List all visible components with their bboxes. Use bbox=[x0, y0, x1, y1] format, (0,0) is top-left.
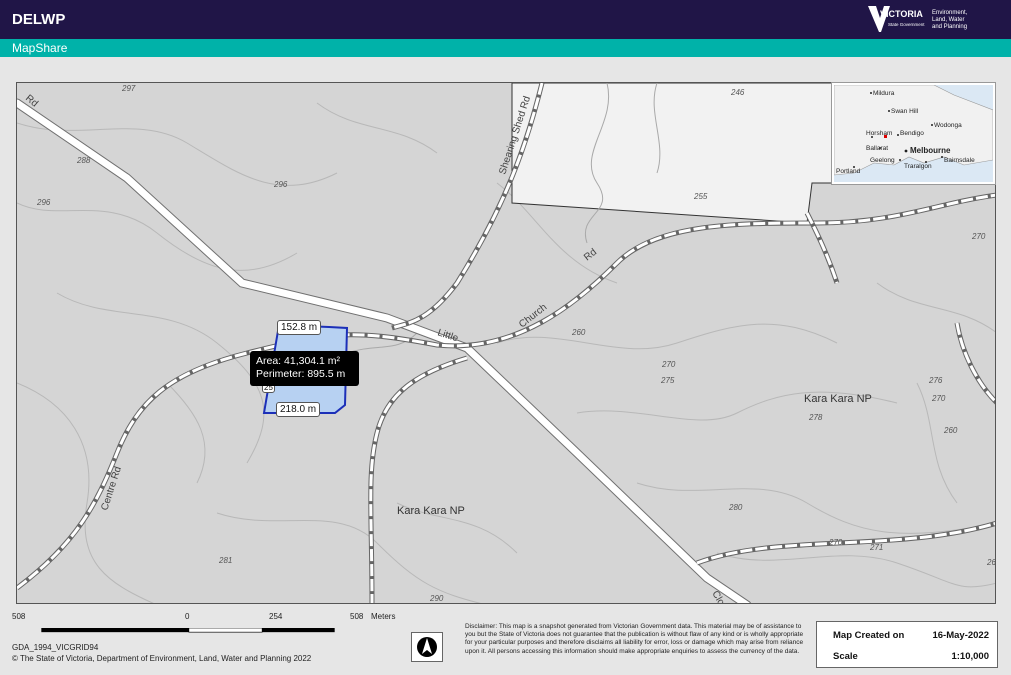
svg-text:Rd: Rd bbox=[582, 247, 599, 264]
map-info-box: Map Created on 16-May-2022 Scale 1:10,00… bbox=[816, 621, 998, 668]
north-arrow-icon bbox=[417, 637, 437, 657]
scale-bar-graphic bbox=[41, 628, 335, 633]
svg-text:260: 260 bbox=[943, 426, 958, 435]
svg-text:296: 296 bbox=[273, 180, 288, 189]
svg-text:Horsham: Horsham bbox=[866, 130, 892, 137]
svg-text:270: 270 bbox=[971, 232, 986, 241]
created-row: Map Created on 16-May-2022 bbox=[833, 630, 989, 641]
place-labels: Kara Kara NP Kara Kara NP bbox=[397, 393, 872, 517]
locator-inset-map: Mildura Swan Hill Wodonga Horsham Bendig… bbox=[831, 82, 996, 185]
disclaimer-text: Disclaimer: This map is a snapshot gener… bbox=[465, 623, 804, 655]
inset-svg: Mildura Swan Hill Wodonga Horsham Bendig… bbox=[833, 84, 994, 176]
svg-text:278: 278 bbox=[808, 413, 823, 422]
scale-label: Scale bbox=[833, 651, 858, 662]
scale-label: 0 bbox=[185, 612, 190, 621]
header-bar: DELWP VICTORIA State Government Environm… bbox=[0, 0, 1011, 39]
svg-text:Geelong: Geelong bbox=[870, 157, 895, 164]
victoria-logo-icon: VICTORIA State Government bbox=[868, 6, 925, 32]
measurement-popup: Area: 41,304.1 m² Perimeter: 895.5 m bbox=[250, 351, 359, 386]
area-text: Area: 41,304.1 m² bbox=[256, 355, 341, 367]
projection-info: GDA_1994_VICGRID94 © The State of Victor… bbox=[12, 642, 311, 664]
logo-text: VICTORIA bbox=[880, 9, 923, 19]
svg-text:276: 276 bbox=[928, 376, 943, 385]
logo-subtext: State Government bbox=[888, 22, 925, 27]
svg-text:Bendigo: Bendigo bbox=[900, 130, 924, 137]
svg-text:Traralgon: Traralgon bbox=[904, 163, 932, 170]
copyright-text: © The State of Victoria, Department of E… bbox=[12, 654, 312, 663]
created-value: 16-May-2022 bbox=[932, 630, 989, 641]
svg-text:Swan Hill: Swan Hill bbox=[891, 108, 919, 115]
department-name: Environment, Land, Water and Planning bbox=[932, 10, 992, 31]
created-label: Map Created on bbox=[833, 630, 905, 641]
scale-label: 508 bbox=[350, 612, 364, 621]
perimeter-text: Perimeter: 895.5 m bbox=[256, 368, 346, 380]
svg-text:270: 270 bbox=[828, 538, 843, 547]
svg-text:Kara Kara NP: Kara Kara NP bbox=[804, 393, 872, 405]
scale-row: Scale 1:10,000 bbox=[833, 651, 989, 662]
svg-text:Wodonga: Wodonga bbox=[934, 122, 962, 129]
scale-label: 254 bbox=[269, 612, 283, 621]
measurement-label-bottom: 218.0 m bbox=[276, 402, 321, 417]
svg-text:Portland: Portland bbox=[836, 168, 861, 175]
dept-line: Environment, bbox=[932, 10, 968, 16]
svg-text:281: 281 bbox=[218, 556, 232, 565]
svg-text:Mildura: Mildura bbox=[873, 90, 895, 97]
svg-text:290: 290 bbox=[429, 594, 444, 603]
svg-text:270: 270 bbox=[661, 360, 676, 369]
svg-text:288: 288 bbox=[76, 156, 91, 165]
scale-label: 508 bbox=[12, 612, 26, 621]
svg-text:Bairnsdale: Bairnsdale bbox=[944, 157, 975, 164]
svg-text:275: 275 bbox=[660, 376, 675, 385]
svg-text:297: 297 bbox=[121, 84, 136, 93]
svg-text:255: 255 bbox=[693, 192, 708, 201]
svg-text:270: 270 bbox=[931, 394, 946, 403]
scale-unit: Meters bbox=[371, 612, 396, 621]
subheader-title: MapShare bbox=[12, 41, 68, 55]
scale-value: 1:10,000 bbox=[951, 651, 989, 662]
svg-text:246: 246 bbox=[730, 88, 745, 97]
measurement-label-top: 152.8 m bbox=[277, 320, 322, 335]
svg-text:271: 271 bbox=[869, 543, 883, 552]
svg-text:260: 260 bbox=[986, 558, 996, 567]
svg-text:296: 296 bbox=[36, 198, 51, 207]
app-title: DELWP bbox=[12, 11, 66, 28]
svg-text:Melbourne: Melbourne bbox=[910, 146, 951, 155]
svg-text:280: 280 bbox=[728, 503, 743, 512]
subheader-bar: MapShare bbox=[0, 39, 1011, 57]
dept-line: and Planning bbox=[932, 24, 968, 30]
svg-text:260: 260 bbox=[571, 328, 586, 337]
north-arrow-box bbox=[411, 632, 443, 662]
svg-text:Ballarat: Ballarat bbox=[866, 145, 888, 152]
dept-line: Land, Water bbox=[932, 17, 965, 23]
svg-text:Kara Kara NP: Kara Kara NP bbox=[397, 505, 465, 517]
projection-text: GDA_1994_VICGRID94 bbox=[12, 643, 99, 652]
